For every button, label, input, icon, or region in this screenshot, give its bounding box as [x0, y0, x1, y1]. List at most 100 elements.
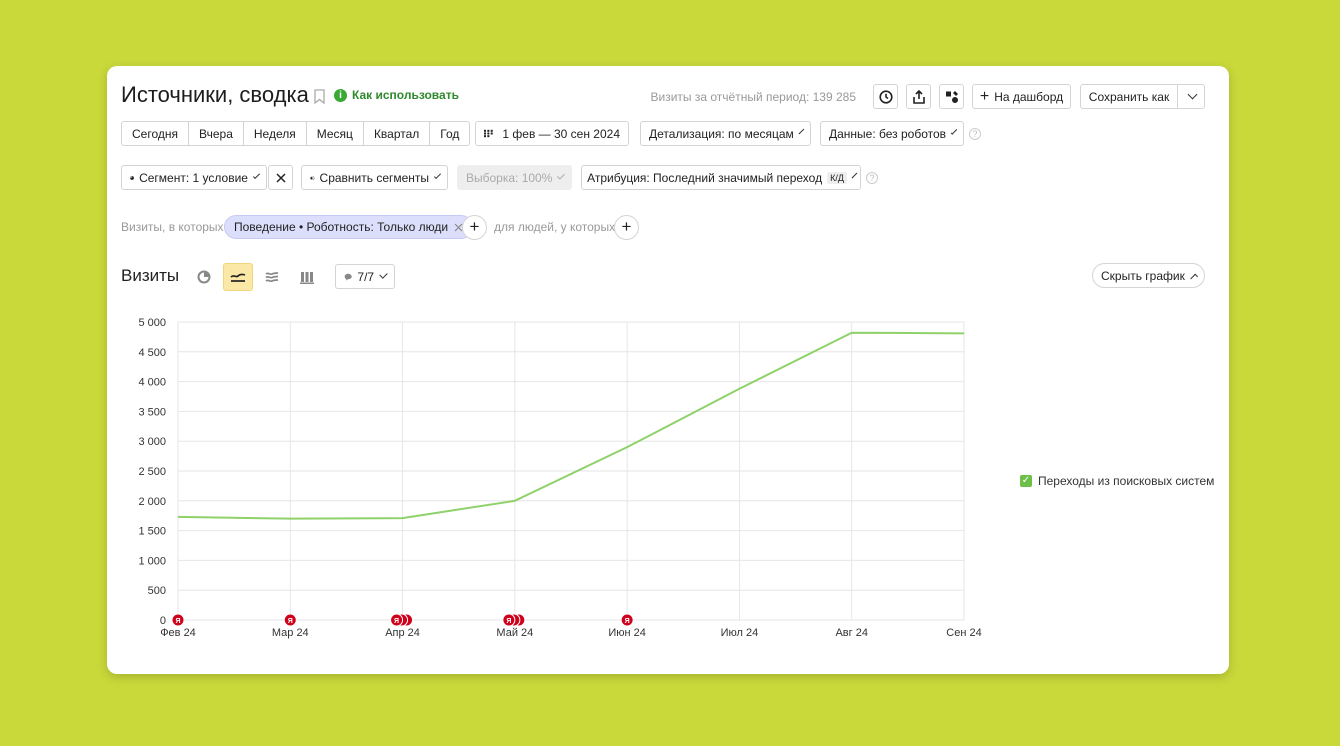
y-tick-label: 4 000	[138, 377, 166, 389]
save-as-label: Сохранить как	[1088, 89, 1170, 104]
chevron-up-icon	[1189, 273, 1198, 281]
shapes-icon	[945, 90, 958, 103]
compare-segments-dropdown[interactable]: Сравнить сегменты	[301, 165, 448, 190]
sample-label: Выборка: 100%	[466, 170, 553, 185]
comment-icon	[344, 273, 352, 281]
period-quarter[interactable]: Квартал	[362, 121, 430, 146]
page-title: Источники, сводка	[121, 82, 309, 107]
x-tick-label: Май 24	[496, 627, 533, 639]
period-yesterday[interactable]: Вчера	[188, 121, 243, 146]
x-tick-label: Фев 24	[160, 627, 196, 639]
legend-series-label: Переходы из поисковых систем	[1038, 474, 1215, 488]
period-today[interactable]: Сегодня	[121, 121, 188, 146]
x-tick-label: Авг 24	[835, 627, 867, 639]
x-tick-label: Сен 24	[946, 627, 981, 639]
export-button[interactable]	[906, 84, 931, 109]
checkbox-checked-icon[interactable]: ✓	[1020, 475, 1032, 487]
line-chart-icon	[230, 273, 246, 282]
y-tick-label: 3 000	[138, 436, 166, 448]
drops-icon	[310, 175, 315, 180]
annotation-label: Я	[175, 618, 180, 625]
view-line[interactable]	[223, 263, 253, 291]
period-month[interactable]: Месяц	[305, 121, 363, 146]
chevron-down-icon	[1187, 89, 1197, 100]
period-week[interactable]: Неделя	[242, 121, 306, 146]
sample-dropdown[interactable]: Выборка: 100%	[457, 165, 572, 190]
add-people-filter-button[interactable]: +	[614, 215, 639, 240]
segment-clear-button[interactable]	[268, 165, 293, 190]
detail-label: Детализация: по месяцам	[649, 126, 794, 141]
date-range-label: 1 фев — 30 сен 2024	[502, 126, 620, 141]
series-line	[177, 331, 965, 520]
hide-chart-button[interactable]: Скрыть график	[1092, 263, 1205, 288]
save-as-dropdown[interactable]	[1177, 84, 1205, 109]
dashboard-label: На дашборд	[994, 89, 1064, 104]
view-pie[interactable]	[189, 263, 219, 291]
y-tick-label: 1 500	[138, 526, 166, 538]
annotation-label: Я	[288, 618, 293, 625]
close-icon	[275, 172, 286, 183]
share-icon	[912, 89, 925, 104]
notes-count: 7/7	[357, 269, 375, 284]
annotation-label: Я	[394, 618, 399, 625]
segment-dropdown[interactable]: Сегмент: 1 условие	[121, 165, 267, 190]
data-filter-label: Данные: без роботов	[829, 126, 947, 141]
chart-legend[interactable]: ✓ Переходы из поисковых систем	[1020, 474, 1214, 488]
chevron-down-icon	[950, 128, 958, 135]
date-range-button[interactable]: 1 фев — 30 сен 2024	[475, 121, 629, 146]
attribution-badge: К/Д	[827, 171, 847, 184]
pie-icon	[130, 175, 134, 180]
y-tick-label: 4 500	[138, 347, 166, 359]
howto-link[interactable]: i Как использовать	[334, 88, 459, 102]
howto-label: Как использовать	[352, 88, 459, 102]
data-filter-dropdown[interactable]: Данные: без роботов	[820, 121, 964, 146]
x-tick-label: Мар 24	[272, 627, 309, 639]
info-icon: i	[334, 88, 347, 102]
help-icon[interactable]: ?	[866, 172, 878, 184]
help-icon[interactable]: ?	[969, 128, 981, 140]
chevron-down-icon	[557, 171, 565, 180]
add-filter-button[interactable]: +	[462, 215, 487, 240]
visits-total: Визиты за отчётный период: 139 285	[650, 90, 857, 104]
y-tick-label: 2 000	[138, 496, 166, 508]
x-tick-label: Апр 24	[385, 627, 420, 639]
attribution-label: Атрибуция: Последний значимый переход	[587, 170, 823, 185]
filter-chip-label: Поведение • Роботность: Только люди	[234, 220, 449, 234]
visits-chart: 0 500 1 000 1 500 2 000 2 500 3 000 3 500 4 000 4…	[138, 317, 981, 639]
plus-icon: +	[979, 87, 990, 105]
filters-prefix: Визиты, в которых	[121, 220, 224, 234]
y-tick-label: 500	[148, 585, 166, 597]
chevron-down-icon	[252, 171, 261, 180]
y-tick-label: 0	[160, 615, 166, 627]
bookmark-icon[interactable]	[314, 89, 325, 104]
view-bar[interactable]	[292, 263, 322, 291]
bar-chart-icon	[300, 271, 314, 284]
clock-icon	[878, 89, 893, 104]
y-tick-label: 5 000	[138, 317, 166, 329]
segment-label: Сегмент: 1 условие	[139, 170, 248, 185]
calendar-icon	[484, 129, 493, 138]
add-to-dashboard-button[interactable]: + На дашборд	[972, 84, 1071, 109]
detail-dropdown[interactable]: Детализация: по месяцам	[640, 121, 811, 146]
pie-chart-icon	[197, 270, 211, 284]
x-tick-label: Июл 24	[721, 627, 759, 639]
history-button[interactable]	[873, 84, 898, 109]
annotation-label: Я	[506, 618, 511, 625]
filter-chip[interactable]: Поведение • Роботность: Только люди	[224, 215, 474, 239]
x-tick-label: Июн 24	[608, 627, 646, 639]
annotation-label: Я	[625, 618, 630, 625]
period-year[interactable]: Год	[429, 121, 471, 146]
chevron-down-icon	[798, 128, 805, 135]
attribution-dropdown[interactable]: Атрибуция: Последний значимый переход К/…	[581, 165, 861, 190]
hide-chart-label: Скрыть график	[1101, 268, 1185, 283]
save-as-button[interactable]: Сохранить как	[1080, 84, 1178, 109]
api-button[interactable]	[939, 84, 964, 109]
view-area[interactable]	[257, 263, 287, 291]
area-chart-icon	[265, 272, 279, 283]
notes-dropdown[interactable]: 7/7	[335, 264, 395, 289]
y-tick-label: 1 000	[138, 555, 166, 567]
y-tick-label: 2 500	[138, 466, 166, 478]
chevron-down-icon	[379, 270, 388, 279]
y-tick-label: 3 500	[138, 406, 166, 418]
people-filter-label: для людей, у которых	[494, 220, 616, 234]
